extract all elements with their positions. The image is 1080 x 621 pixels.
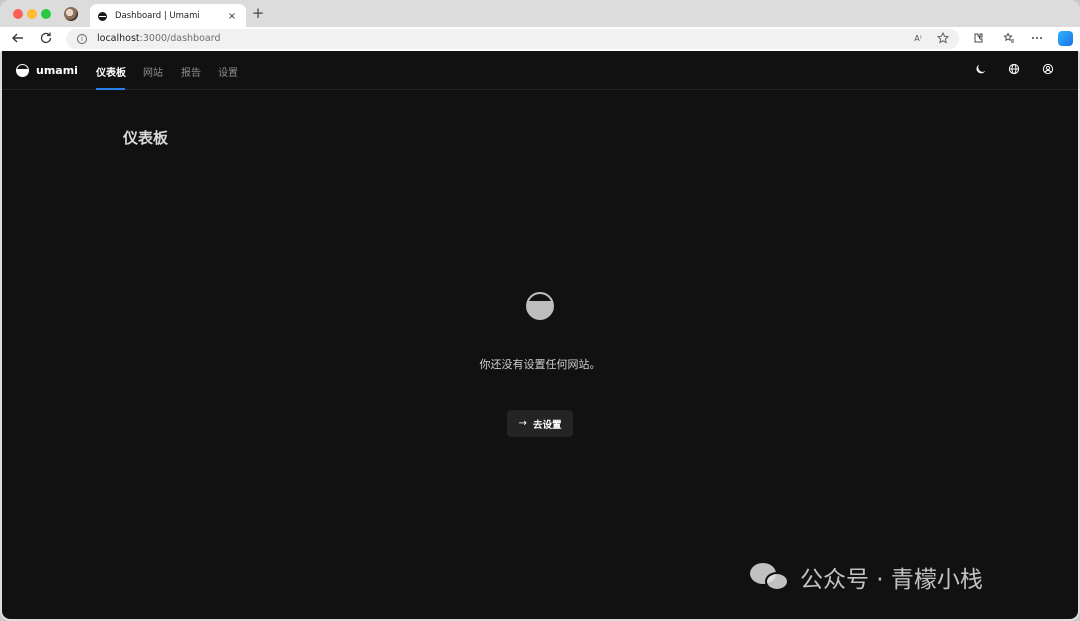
maximize-window-button[interactable] — [41, 9, 51, 19]
umami-app: umami 仪表板 网站 报告 设置 仪表板 你还没有设置任何网站。 → 去设置 — [2, 51, 1078, 619]
minimize-window-button[interactable] — [27, 9, 37, 19]
moon-icon[interactable] — [974, 63, 988, 77]
favorites-icon[interactable] — [1002, 32, 1016, 48]
nav-reports[interactable]: 报告 — [181, 64, 201, 79]
tab-close-icon[interactable]: × — [226, 11, 238, 22]
umami-favicon-icon — [98, 11, 107, 21]
browser-tab-active[interactable]: Dashboard | Umami × — [90, 4, 246, 28]
umami-empty-state-icon — [526, 292, 554, 320]
back-arrow-icon[interactable] — [10, 31, 26, 47]
brand-logo[interactable]: umami — [16, 64, 78, 77]
url-text: localhost:3000/dashboard — [97, 33, 221, 44]
url-path: :3000/dashboard — [139, 33, 221, 44]
tab-strip: Dashboard | Umami × + — [0, 0, 1080, 28]
user-profile-icon[interactable] — [1041, 63, 1055, 77]
nav-dashboard[interactable]: 仪表板 — [96, 64, 126, 79]
page-title: 仪表板 — [123, 129, 169, 147]
reload-icon[interactable] — [38, 31, 54, 47]
copilot-icon[interactable] — [1058, 31, 1073, 46]
read-aloud-icon[interactable]: A⁾ — [911, 32, 925, 46]
browser-window: Dashboard | Umami × + i localhost:3000/d… — [0, 0, 1080, 621]
browser-profile-avatar[interactable] — [64, 7, 78, 21]
umami-logo-icon — [16, 64, 29, 77]
url-host: localhost — [97, 33, 140, 44]
arrow-right-icon: → — [518, 418, 527, 429]
go-to-settings-button[interactable]: → 去设置 — [507, 410, 573, 437]
brand-name: umami — [36, 64, 78, 77]
globe-icon[interactable] — [1007, 63, 1021, 77]
site-info-icon[interactable]: i — [77, 34, 87, 44]
empty-state-message: 你还没有设置任何网站。 — [479, 358, 601, 371]
extensions-icon[interactable] — [971, 32, 985, 48]
close-window-button[interactable] — [13, 9, 23, 19]
nav-websites[interactable]: 网站 — [143, 64, 163, 79]
favorite-star-icon[interactable] — [936, 31, 950, 49]
wechat-icon — [750, 561, 790, 593]
go-to-settings-label: 去设置 — [532, 419, 562, 431]
more-options-icon[interactable] — [1030, 32, 1044, 48]
tab-title: Dashboard | Umami — [115, 11, 200, 21]
new-tab-button[interactable]: + — [251, 6, 265, 21]
address-bar[interactable]: i localhost:3000/dashboard A⁾ — [66, 29, 959, 49]
browser-toolbar: i localhost:3000/dashboard A⁾ — [0, 27, 1080, 51]
active-nav-indicator — [96, 88, 125, 90]
nav-settings[interactable]: 设置 — [218, 64, 238, 79]
watermark: 公众号 · 青檬小栈 — [750, 560, 983, 594]
watermark-text: 公众号 · 青檬小栈 — [800, 567, 983, 593]
app-header: umami 仪表板 网站 报告 设置 — [2, 51, 1078, 90]
